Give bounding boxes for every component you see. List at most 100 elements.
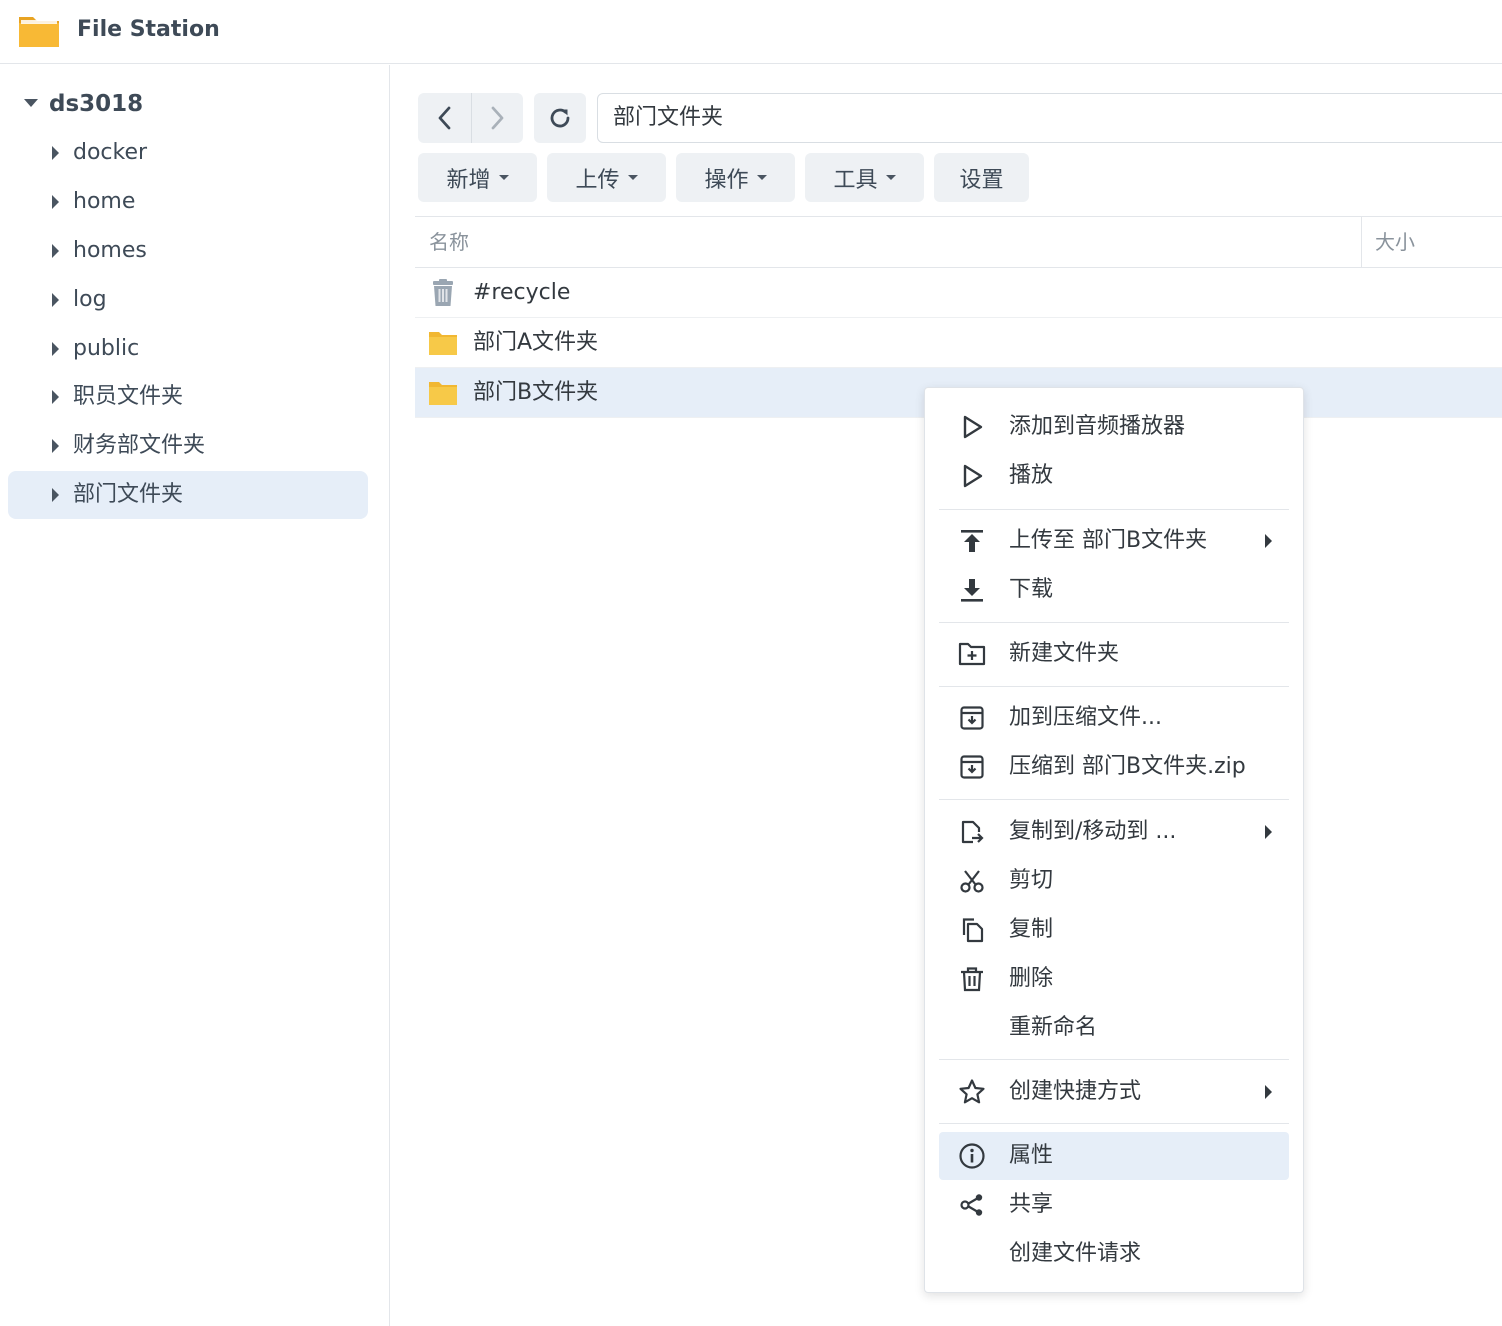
menu-item-delete[interactable]: 删除 bbox=[939, 955, 1289, 1003]
sidebar-item-label: log bbox=[73, 287, 107, 312]
chevron-down-icon[interactable] bbox=[24, 99, 38, 107]
chevron-right-icon[interactable] bbox=[52, 488, 59, 502]
sidebar-item-finance-folder[interactable]: 财务部文件夹 bbox=[8, 422, 368, 470]
chevron-right-icon[interactable] bbox=[52, 390, 59, 404]
chevron-right-icon[interactable] bbox=[52, 293, 59, 307]
upload-icon bbox=[958, 527, 986, 555]
sidebar-item-home[interactable]: home bbox=[8, 178, 368, 226]
sidebar-item-staff-folder[interactable]: 职员文件夹 bbox=[8, 373, 368, 421]
forward-button[interactable] bbox=[471, 93, 523, 143]
menu-separator bbox=[939, 799, 1289, 800]
list-header: 名称 大小 bbox=[415, 216, 1502, 268]
nav-buttons bbox=[418, 93, 523, 143]
column-size-header[interactable]: 大小 bbox=[1375, 227, 1415, 257]
menu-item-label: 播放 bbox=[1009, 463, 1054, 488]
chevron-right-icon[interactable] bbox=[52, 244, 59, 258]
play-icon bbox=[958, 413, 986, 441]
refresh-button[interactable] bbox=[534, 93, 586, 143]
chevron-right-icon[interactable] bbox=[52, 342, 59, 356]
menu-item-new-folder[interactable]: 新建文件夹 bbox=[939, 630, 1289, 678]
chevron-right-icon[interactable] bbox=[52, 146, 59, 160]
file-row-dept-a[interactable]: 部门A文件夹 bbox=[415, 318, 1502, 368]
sidebar-item-department-folder[interactable]: 部门文件夹 bbox=[8, 471, 368, 519]
chevron-right-icon bbox=[491, 106, 503, 130]
sidebar-item-docker[interactable]: docker bbox=[8, 129, 368, 177]
folder-icon bbox=[429, 382, 457, 405]
menu-item-label: 复制 bbox=[1009, 917, 1054, 942]
info-icon bbox=[958, 1142, 986, 1170]
action-button[interactable]: 操作 bbox=[676, 153, 795, 202]
menu-item-label: 添加到音频播放器 bbox=[1009, 414, 1186, 439]
submenu-arrow-icon bbox=[1265, 1085, 1272, 1099]
submenu-arrow-icon bbox=[1265, 825, 1272, 839]
file-name: 部门A文件夹 bbox=[473, 330, 599, 355]
chevron-right-icon[interactable] bbox=[52, 195, 59, 209]
menu-item-label: 创建文件请求 bbox=[1009, 1241, 1142, 1266]
copy-move-icon bbox=[958, 818, 986, 846]
menu-item-upload-to[interactable]: 上传至 部门B文件夹 bbox=[939, 517, 1289, 565]
sidebar-item-label: home bbox=[73, 189, 136, 214]
copy-icon bbox=[958, 916, 986, 944]
menu-item-cut[interactable]: 剪切 bbox=[939, 857, 1289, 905]
menu-separator bbox=[939, 509, 1289, 510]
chevron-right-icon[interactable] bbox=[52, 439, 59, 453]
sidebar-item-label: 职员文件夹 bbox=[73, 384, 184, 409]
sidebar-item-label: public bbox=[73, 336, 140, 361]
menu-separator bbox=[939, 686, 1289, 687]
sidebar-item-homes[interactable]: homes bbox=[8, 227, 368, 275]
file-name: 部门B文件夹 bbox=[473, 380, 599, 405]
context-menu: 添加到音频播放器 播放 上传至 部门B文件夹 下载 新建文件夹 加到压缩文件..… bbox=[924, 387, 1304, 1293]
play-icon bbox=[958, 462, 986, 490]
menu-item-rename[interactable]: 重新命名 bbox=[939, 1004, 1289, 1052]
caret-down-icon bbox=[885, 175, 896, 180]
menu-item-create-shortcut[interactable]: 创建快捷方式 bbox=[939, 1068, 1289, 1116]
scissors-icon bbox=[958, 867, 986, 895]
star-icon bbox=[958, 1078, 986, 1106]
sidebar-item-log[interactable]: log bbox=[8, 276, 368, 324]
column-divider[interactable] bbox=[1361, 217, 1362, 267]
menu-item-label: 属性 bbox=[1009, 1143, 1054, 1168]
menu-separator bbox=[939, 1059, 1289, 1060]
sidebar-item-label: homes bbox=[73, 238, 147, 263]
menu-item-label: 下载 bbox=[1009, 577, 1054, 602]
file-row-recycle[interactable]: #recycle bbox=[415, 268, 1502, 318]
menu-item-add-to-audio-player[interactable]: 添加到音频播放器 bbox=[939, 403, 1289, 451]
sidebar-item-public[interactable]: public bbox=[8, 325, 368, 373]
tree-root[interactable]: ds3018 bbox=[0, 85, 390, 125]
menu-item-create-file-request[interactable]: 创建文件请求 bbox=[939, 1230, 1289, 1278]
settings-button[interactable]: 设置 bbox=[934, 153, 1029, 202]
tree-root-label: ds3018 bbox=[49, 91, 144, 117]
title-bar: File Station bbox=[0, 0, 1502, 64]
settings-button-label: 设置 bbox=[959, 167, 1004, 193]
sidebar: ds3018 docker home homes log public 职员文件… bbox=[0, 65, 390, 1326]
upload-button[interactable]: 上传 bbox=[547, 153, 666, 202]
folder-icon bbox=[429, 332, 457, 355]
menu-item-label: 共享 bbox=[1009, 1192, 1054, 1217]
menu-item-label: 剪切 bbox=[1009, 868, 1054, 893]
app-title: File Station bbox=[77, 17, 220, 42]
tools-button[interactable]: 工具 bbox=[805, 153, 924, 202]
menu-item-compress-to-zip[interactable]: 压缩到 部门B文件夹.zip bbox=[939, 743, 1289, 791]
trash-icon bbox=[958, 965, 986, 993]
menu-item-copy[interactable]: 复制 bbox=[939, 906, 1289, 954]
path-field[interactable]: 部门文件夹 bbox=[597, 93, 1502, 143]
create-button[interactable]: 新增 bbox=[418, 153, 537, 202]
menu-item-download[interactable]: 下载 bbox=[939, 566, 1289, 614]
menu-item-label: 加到压缩文件... bbox=[1009, 705, 1162, 730]
menu-item-properties[interactable]: 属性 bbox=[939, 1132, 1289, 1180]
menu-item-copy-move-to[interactable]: 复制到/移动到 ... bbox=[939, 808, 1289, 856]
sidebar-item-label: 部门文件夹 bbox=[73, 482, 184, 507]
menu-item-share[interactable]: 共享 bbox=[939, 1181, 1289, 1229]
share-icon bbox=[958, 1191, 986, 1219]
back-button[interactable] bbox=[418, 93, 470, 143]
chevron-left-icon bbox=[438, 106, 451, 130]
menu-item-add-to-archive[interactable]: 加到压缩文件... bbox=[939, 694, 1289, 742]
caret-down-icon bbox=[498, 175, 509, 180]
trash-icon bbox=[433, 279, 453, 306]
column-name-header[interactable]: 名称 bbox=[429, 227, 469, 257]
tools-button-label: 工具 bbox=[833, 167, 878, 193]
menu-item-play[interactable]: 播放 bbox=[939, 452, 1289, 500]
folder-icon bbox=[19, 17, 59, 47]
new-folder-icon bbox=[958, 640, 986, 668]
menu-item-label: 重新命名 bbox=[1009, 1015, 1098, 1040]
